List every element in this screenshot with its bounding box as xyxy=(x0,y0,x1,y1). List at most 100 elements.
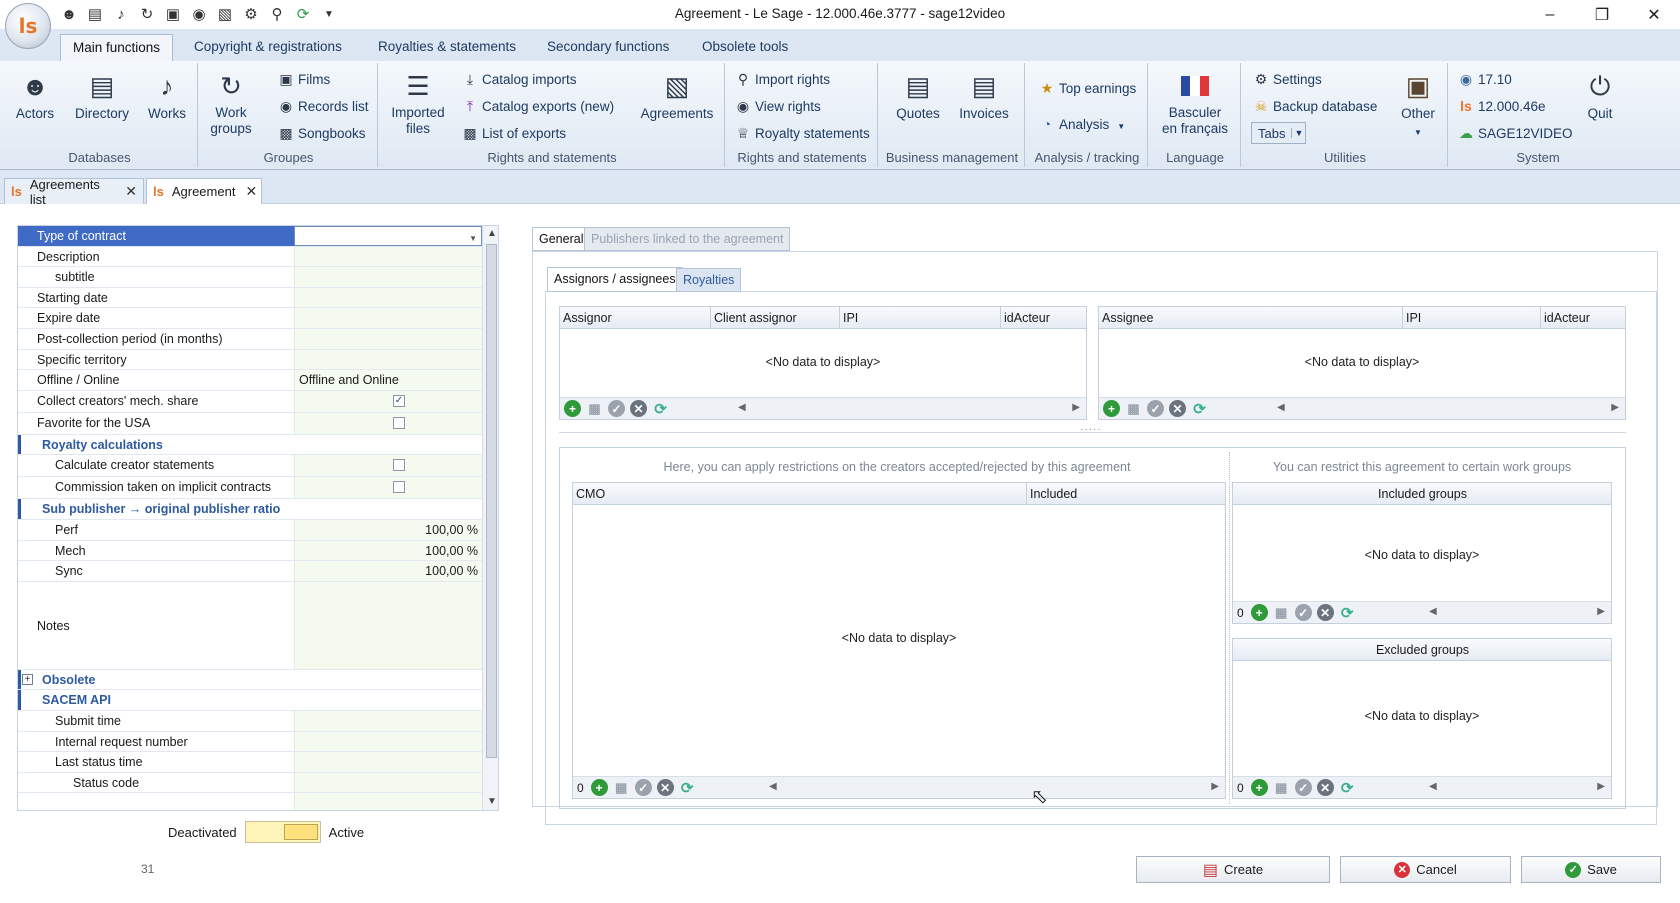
subtitle-value[interactable] xyxy=(294,267,482,287)
prop-description[interactable]: Description xyxy=(18,246,498,268)
scroll-right-icon[interactable]: ▶ xyxy=(1611,402,1619,416)
catalog-imports-button[interactable]: ⤓ Catalog imports xyxy=(460,68,577,90)
column-idacteur[interactable]: idActeur xyxy=(1001,307,1087,329)
vertical-splitter[interactable] xyxy=(1229,452,1230,804)
prop-commission-implicit[interactable]: Commission taken on implicit contracts xyxy=(18,477,498,500)
calc-creator-checkbox[interactable] xyxy=(393,459,405,472)
prop-perf[interactable]: Perf 100,00 % xyxy=(18,520,498,541)
post-collection-value[interactable] xyxy=(294,329,482,349)
close-icon[interactable]: ✕ xyxy=(245,183,257,200)
validate-icon[interactable]: ✓ xyxy=(1294,779,1312,796)
validate-icon[interactable]: ✓ xyxy=(634,779,652,796)
refresh-icon[interactable]: ⟳ xyxy=(1339,604,1356,622)
column-ipi[interactable]: IPI xyxy=(840,307,1001,329)
prop-favorite-usa[interactable]: Favorite for the USA xyxy=(18,412,498,435)
toggle-knob[interactable] xyxy=(283,824,318,840)
category-sub-publisher-ratio[interactable]: Sub publisher → original publisher ratio xyxy=(18,499,498,520)
scroll-right-icon[interactable]: ▶ xyxy=(1211,781,1219,795)
scroll-left-icon[interactable]: ◀ xyxy=(1277,402,1285,416)
switch-language-button[interactable]: Basculer en français xyxy=(1152,71,1238,137)
prop-sync[interactable]: Sync 100,00 % xyxy=(18,561,498,582)
prop-expire-date[interactable]: Expire date xyxy=(18,308,498,329)
refresh-icon[interactable]: ⟳ xyxy=(679,779,696,797)
refresh-icon[interactable]: ⟳ xyxy=(1191,400,1208,418)
refresh-icon[interactable]: ⟳ xyxy=(1339,779,1356,797)
perf-value[interactable]: 100,00 % xyxy=(294,520,482,540)
create-button[interactable]: ▤ Create xyxy=(1136,856,1330,883)
prop-post-collection[interactable]: Post-collection period (in months) xyxy=(18,329,498,350)
mech-value[interactable]: 100,00 % xyxy=(294,540,482,561)
prop-internal-request[interactable]: Internal request number xyxy=(18,731,498,753)
column-assignor[interactable]: Assignor xyxy=(560,307,711,329)
quotes-button[interactable]: ▤ Quotes xyxy=(892,71,944,122)
validate-icon[interactable]: ✓ xyxy=(1294,604,1312,621)
internal-request-value[interactable] xyxy=(294,731,482,752)
property-grid-scrollbar[interactable]: ▲ ▼ xyxy=(482,226,498,810)
prop-type-of-contract[interactable]: Type of contract ▼ xyxy=(18,226,498,247)
cancel-icon[interactable]: ✕ xyxy=(656,779,674,796)
commission-implicit-checkbox[interactable] xyxy=(393,481,405,494)
last-status-time-value[interactable] xyxy=(294,752,482,772)
scroll-left-icon[interactable]: ◀ xyxy=(769,781,777,795)
column-excluded-groups[interactable]: Excluded groups xyxy=(1233,639,1612,661)
delete-icon[interactable]: ▦ xyxy=(1273,779,1290,796)
category-obsolete[interactable]: + Obsolete xyxy=(18,669,498,691)
scroll-left-icon[interactable]: ◀ xyxy=(1429,606,1437,620)
delete-icon[interactable]: ▦ xyxy=(613,779,630,796)
scroll-thumb[interactable] xyxy=(486,244,497,758)
column-idacteur[interactable]: idActeur xyxy=(1541,307,1626,329)
refresh-icon[interactable]: ⟳ xyxy=(652,400,669,418)
category-sacem-api[interactable]: SACEM API xyxy=(18,690,498,711)
analysis-dropdown[interactable]: ◔ Analysis ▼ xyxy=(1037,113,1125,135)
songbooks-button[interactable]: ▩ Songbooks xyxy=(276,122,365,144)
validate-icon[interactable]: ✓ xyxy=(608,400,625,417)
import-rights-button[interactable]: ⚲ Import rights xyxy=(733,68,830,90)
active-toggle[interactable] xyxy=(244,821,321,843)
minimize-icon[interactable]: – xyxy=(1524,0,1576,29)
save-button[interactable]: ✓ Save xyxy=(1521,856,1661,883)
add-icon[interactable]: + xyxy=(590,779,608,796)
add-icon[interactable]: + xyxy=(564,400,581,417)
splitter-handle[interactable]: ····· xyxy=(1080,424,1102,435)
other-button[interactable]: ▣ Other ▼ xyxy=(1393,71,1443,141)
favorite-usa-checkbox[interactable] xyxy=(393,416,405,429)
royalty-statements-button[interactable]: ♕ Royalty statements xyxy=(733,122,870,144)
quit-button[interactable]: ⏻ Quit xyxy=(1580,71,1620,122)
prop-last-status-time[interactable]: Last status time xyxy=(18,752,498,773)
films-button[interactable]: ▣ Films xyxy=(276,68,330,90)
add-icon[interactable]: + xyxy=(1250,779,1268,796)
column-client-assignor[interactable]: Client assignor xyxy=(711,307,840,329)
scroll-down-icon[interactable]: ▼ xyxy=(483,796,498,807)
scroll-left-icon[interactable]: ◀ xyxy=(1429,781,1437,795)
prop-mech[interactable]: Mech 100,00 % xyxy=(18,540,498,562)
tab-obsolete-tools[interactable]: Obsolete tools xyxy=(690,34,800,61)
backup-database-button[interactable]: ☠ Backup database xyxy=(1251,95,1378,117)
column-assignee[interactable]: Assignee xyxy=(1099,307,1403,329)
tab-assignors-assignees[interactable]: Assignors / assignees xyxy=(547,267,683,292)
notes-value[interactable] xyxy=(294,581,482,669)
cancel-button[interactable]: ✕ Cancel xyxy=(1340,856,1511,883)
scroll-up-icon[interactable]: ▲ xyxy=(483,228,498,239)
prop-subtitle[interactable]: subtitle xyxy=(18,267,498,288)
add-icon[interactable]: + xyxy=(1103,400,1120,417)
prop-calc-creator[interactable]: Calculate creator statements xyxy=(18,455,498,478)
prop-collect-mech[interactable]: Collect creators' mech. share ✓ xyxy=(18,390,498,413)
tab-royalties[interactable]: Royalties xyxy=(676,268,742,292)
cancel-icon[interactable]: ✕ xyxy=(1316,779,1334,796)
collect-mech-checkbox[interactable]: ✓ xyxy=(393,394,405,407)
settings-button[interactable]: ⚙ Settings xyxy=(1251,68,1322,90)
tab-main-functions[interactable]: Main functions xyxy=(60,34,174,61)
works-button[interactable]: ♪ Works xyxy=(142,71,192,122)
column-cmo[interactable]: CMO xyxy=(573,483,1027,505)
catalog-exports-button[interactable]: ⤒ Catalog exports (new) xyxy=(460,95,614,117)
tab-general[interactable]: General xyxy=(532,227,591,251)
prop-specific-territory[interactable]: Specific territory xyxy=(18,349,498,371)
type-of-contract-dropdown[interactable]: ▼ xyxy=(294,226,482,246)
tab-royalties-statements[interactable]: Royalties & statements xyxy=(366,34,528,61)
scroll-right-icon[interactable]: ▶ xyxy=(1597,781,1605,795)
tabs-dropdown[interactable]: Tabs ▼ xyxy=(1251,122,1307,144)
tab-secondary-functions[interactable]: Secondary functions xyxy=(535,34,681,61)
tab-copyright-registrations[interactable]: Copyright & registrations xyxy=(182,34,354,61)
prop-status-code[interactable]: Status code xyxy=(18,772,498,794)
doc-tab-agreement[interactable]: ls Agreement ✕ xyxy=(146,178,262,204)
